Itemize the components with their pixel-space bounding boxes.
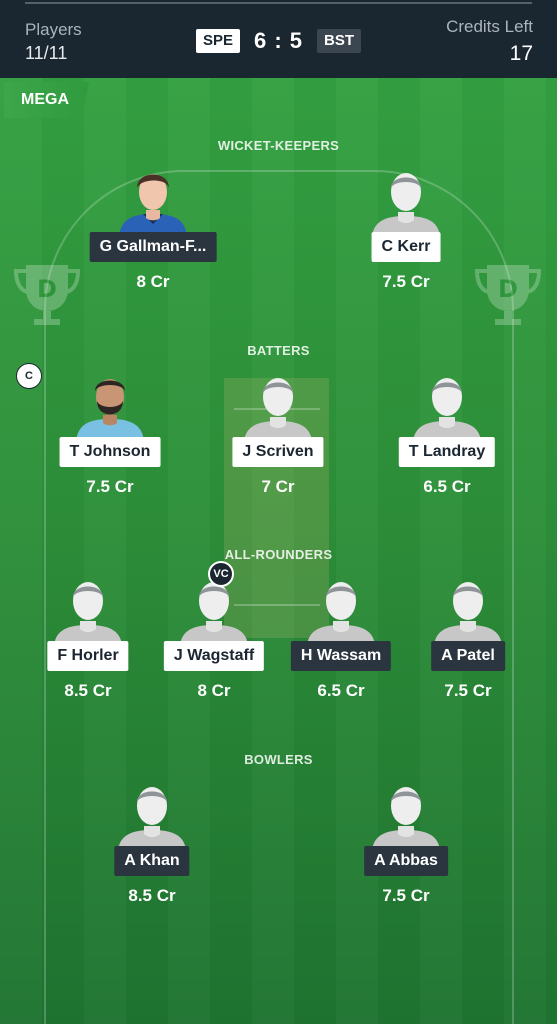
player-credits: 8 Cr [136, 272, 170, 291]
player-credits: 7.5 Cr [444, 681, 492, 700]
player-silhouette-icon [307, 582, 375, 645]
section-bowlers: BOWLERS [244, 752, 313, 767]
player-silhouette-icon [372, 787, 440, 850]
credits-left-label: Credits Left [446, 17, 533, 36]
player-name: C Kerr [371, 232, 441, 262]
svg-text:D: D [37, 275, 57, 303]
player-card[interactable]: T Johnson 7.5 Cr C [16, 363, 180, 501]
vice-captain-badge: VC [208, 561, 234, 587]
player-credits: 6.5 Cr [317, 681, 365, 700]
trophy-watermark-icon: D [13, 265, 81, 325]
player-credits: 6.5 Cr [423, 477, 471, 496]
player-credits: 7.5 Cr [382, 886, 430, 905]
player-card[interactable]: H Wassam 6.5 Cr VC [208, 561, 411, 705]
player-card[interactable]: A Abbas 7.5 Cr [336, 780, 476, 910]
player-silhouette-icon [54, 582, 122, 645]
captain-badge: C [16, 363, 42, 389]
player-photo-avatar [119, 174, 187, 236]
credits-left-value: 17 [509, 42, 533, 65]
score-value: 6 : 5 [254, 27, 304, 53]
player-credits: 8.5 Cr [64, 681, 112, 700]
away-team-badge: BST [317, 28, 362, 53]
player-name: F Horler [47, 641, 129, 671]
player-name: J Scriven [232, 437, 324, 467]
team-preview-pitch: MEGA D D WICKET-KEEPERS BATTERS ALL-ROUN… [0, 78, 557, 1024]
player-card[interactable]: F Horler 8.5 Cr [18, 575, 158, 705]
player-credits: 7.5 Cr [382, 272, 430, 291]
player-silhouette-icon [434, 582, 502, 645]
player-name: A Khan [114, 846, 190, 876]
player-card[interactable]: T Landray 6.5 Cr [377, 371, 517, 501]
player-name: H Wassam [290, 641, 392, 671]
player-name: T Johnson [59, 437, 161, 467]
player-name: T Landray [398, 437, 496, 467]
players-count: 11/11 [25, 43, 68, 63]
section-all-rounders: ALL-ROUNDERS [224, 547, 333, 562]
player-silhouette-icon [118, 787, 186, 850]
player-card[interactable]: G Gallman-F... 8 Cr [83, 166, 223, 296]
player-silhouette-icon [413, 378, 481, 441]
player-credits: 8 Cr [197, 681, 231, 700]
player-card[interactable]: C Kerr 7.5 Cr [336, 166, 476, 296]
players-label: Players [25, 20, 82, 39]
player-credits: 8.5 Cr [128, 886, 176, 905]
header-divider [25, 2, 532, 4]
player-card[interactable]: A Khan 8.5 Cr [82, 780, 222, 910]
player-photo-avatar [76, 379, 144, 441]
match-header: Players 11/11 SPE 6 : 5 BST Credits Left… [0, 0, 557, 78]
team-score: SPE 6 : 5 BST [196, 27, 362, 53]
svg-text:D: D [498, 275, 518, 303]
player-name: A Patel [431, 641, 505, 671]
player-name: J Wagstaff [163, 641, 265, 671]
section-batters: BATTERS [247, 343, 310, 358]
player-name: G Gallman-F... [89, 232, 217, 262]
player-name: A Abbas [364, 846, 448, 876]
player-silhouette-icon [244, 378, 312, 441]
player-card[interactable]: A Patel 7.5 Cr [398, 575, 538, 705]
home-team-badge: SPE [196, 28, 241, 53]
player-card[interactable]: J Wagstaff 8 Cr [144, 575, 284, 705]
trophy-watermark-icon: D [474, 265, 542, 325]
player-silhouette-icon [372, 173, 440, 236]
contest-tag: MEGA [4, 82, 89, 118]
player-credits: 7 Cr [261, 477, 295, 496]
player-card[interactable]: J Scriven 7 Cr [208, 371, 348, 501]
section-wicket-keepers: WICKET-KEEPERS [217, 138, 340, 153]
player-credits: 7.5 Cr [86, 477, 134, 496]
